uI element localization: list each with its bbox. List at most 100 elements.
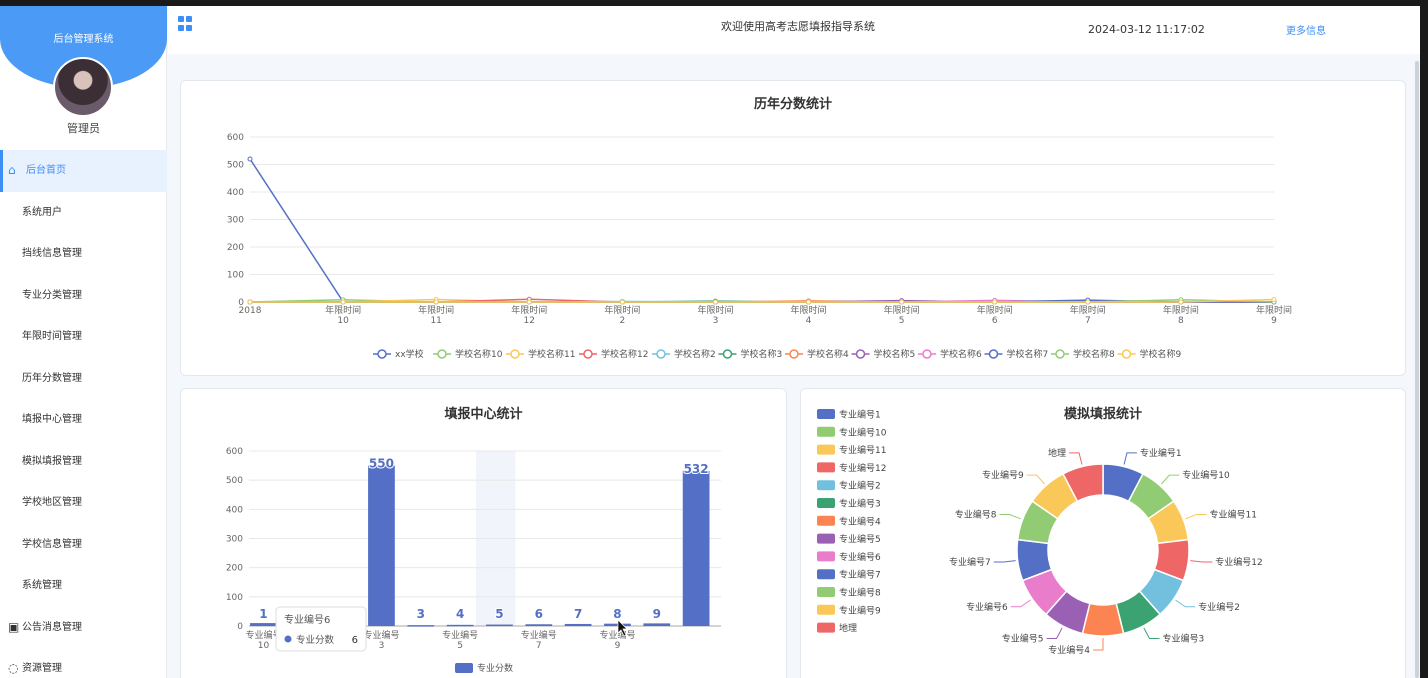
x-tick-line: 年限时间: [884, 304, 920, 316]
tooltip-series: 专业分数: [296, 634, 335, 646]
label-line: [1026, 474, 1046, 485]
data-point: [433, 299, 439, 305]
legend-label: 专业编号11: [839, 444, 886, 456]
sidebar-item-label: 填报中心管理: [22, 414, 82, 425]
x-tick-line: 专业编号: [363, 629, 399, 641]
data-point: [526, 299, 532, 305]
legend-marker: [789, 349, 799, 359]
y-tick-label: 400: [227, 188, 244, 198]
bar: [564, 623, 592, 626]
legend-swatch: [817, 551, 835, 562]
legend-marker: [1121, 349, 1132, 359]
x-tick-line: 7: [536, 641, 542, 651]
sidebar-item-10[interactable]: 系统管理: [0, 565, 167, 607]
bar: [525, 624, 553, 626]
bar-data-label: 5: [495, 607, 503, 621]
data-point: [1271, 297, 1277, 303]
bar: [446, 624, 474, 627]
slice-label: 专业编号7: [949, 556, 991, 568]
menu-grid-icon[interactable]: [178, 16, 193, 31]
fill-chart-card: 填报中心统计 0 100 200 300 400 500 600 1 专业编号 10 550 专业编号…: [180, 388, 787, 678]
sidebar-item-0[interactable]: ⌂ 后台首页: [0, 150, 167, 192]
tooltip: 专业编号6 专业分数 6: [275, 606, 367, 652]
scrollbar[interactable]: [1415, 61, 1419, 678]
slice-label: 专业编号11: [1210, 509, 1257, 521]
sidebar-item-9[interactable]: 学校信息管理: [0, 524, 167, 566]
y-tick-label: 300: [227, 216, 244, 226]
sidebar-item-5[interactable]: 历年分数管理: [0, 358, 167, 400]
x-tick-line: 年限时间: [791, 304, 827, 316]
x-tick-label: 专业编号 9: [599, 629, 635, 651]
label-line: [1069, 452, 1083, 465]
avatar[interactable]: [53, 57, 113, 117]
legend-label: 专业编号5: [839, 533, 881, 545]
legend-swatch: [817, 498, 835, 508]
sidebar-item-8[interactable]: 学校地区管理: [0, 482, 167, 524]
x-tick-line: 3: [379, 641, 385, 651]
sidebar-item-label: 资源管理: [22, 663, 62, 674]
more-info-link[interactable]: 更多信息: [1286, 22, 1326, 37]
x-tick-line: 年限时间: [1070, 304, 1106, 316]
bar-data-label: 4: [456, 607, 464, 621]
legend-marker: [1055, 349, 1065, 359]
sidebar-item-12[interactable]: ◌ 资源管理: [0, 648, 167, 678]
legend-label: 专业编号2: [839, 480, 881, 492]
sidebar-item-label: 学校地区管理: [22, 497, 82, 508]
sidebar-menu: ⌂ 后台首页系统用户挡线信息管理 专业分类管理 年限时间管理历年分数管理 填报中心管理模…: [0, 150, 167, 678]
x-tick-line: 7: [1085, 316, 1091, 326]
legend-label: 专业编号6: [839, 551, 881, 563]
x-tick-label: 2018: [239, 306, 262, 316]
label-line: [1123, 452, 1137, 465]
label-line: [1010, 599, 1031, 608]
top-header: 欢迎使用高考志愿填报指导系统 2024-03-12 11:17:02 更多信息: [168, 6, 1420, 54]
data-point: [806, 299, 812, 305]
legend-label: 专业编号10: [839, 426, 887, 438]
sidebar-item-1[interactable]: 系统用户: [0, 192, 167, 234]
bar: [368, 465, 395, 626]
label-line: [1093, 638, 1104, 651]
x-tick-line: 10: [258, 641, 270, 651]
legend-swatch: [817, 533, 835, 544]
legend-swatch: [455, 663, 473, 673]
data-point: [340, 299, 346, 305]
legend-marker: [377, 349, 387, 359]
x-tick-line: 年限时间: [418, 304, 454, 316]
y-tick-label: 400: [226, 505, 243, 515]
legend-swatch: [817, 622, 835, 633]
label-line: [1190, 560, 1213, 563]
sidebar-item-11[interactable]: ▣ 公告消息管理: [0, 607, 167, 649]
legend-label: 学校名称3: [741, 348, 783, 360]
role-name: 管理员: [67, 122, 100, 135]
tooltip-value: 6: [352, 635, 358, 646]
legend-label: 学校名称11: [528, 348, 575, 360]
x-tick-label: 年限时间 7: [1070, 304, 1106, 326]
legend-marker: [722, 349, 733, 359]
bar: [604, 623, 631, 626]
data-point: [1085, 299, 1091, 305]
sidebar-item-6[interactable]: 填报中心管理: [0, 399, 167, 441]
legend-marker: [922, 349, 932, 359]
x-tick-label: 专业编号 7: [521, 629, 557, 651]
x-tick-label: 年限时间 4: [791, 304, 827, 326]
slice-label: 地理: [1048, 447, 1066, 459]
sidebar-item-4[interactable]: 年限时间管理: [0, 316, 167, 358]
sidebar-item-3[interactable]: 专业分类管理: [0, 275, 167, 317]
sidebar-item-label: 历年分数管理: [22, 372, 82, 384]
sidebar-item-2[interactable]: 挡线信息管理: [0, 233, 167, 275]
legend-label: 专业编号4: [839, 515, 881, 527]
legend-label: 学校名称12: [601, 348, 648, 360]
bar: [250, 623, 277, 626]
sidebar-item-7[interactable]: 模拟填报管理: [0, 441, 167, 483]
slice-label: 专业编号6: [966, 601, 1008, 613]
bar-data-label: 550: [369, 457, 394, 471]
scores-chart-card: 历年分数统计 0 100 200 300 400 500 600 2018 年限时间 10 年限时间…: [180, 80, 1406, 376]
legend-label: 学校名称9: [1140, 348, 1182, 360]
bar-data-label: 1: [259, 607, 267, 621]
legend-swatch: [817, 462, 835, 473]
x-tick-line: 12: [524, 316, 535, 326]
x-tick-label: 专业编号 3: [363, 629, 399, 651]
x-tick-line: 专业编号: [599, 629, 635, 641]
sidebar-item-label: 系统用户: [22, 206, 62, 218]
tooltip-title: 专业编号6: [284, 613, 330, 626]
bar: [682, 470, 710, 626]
